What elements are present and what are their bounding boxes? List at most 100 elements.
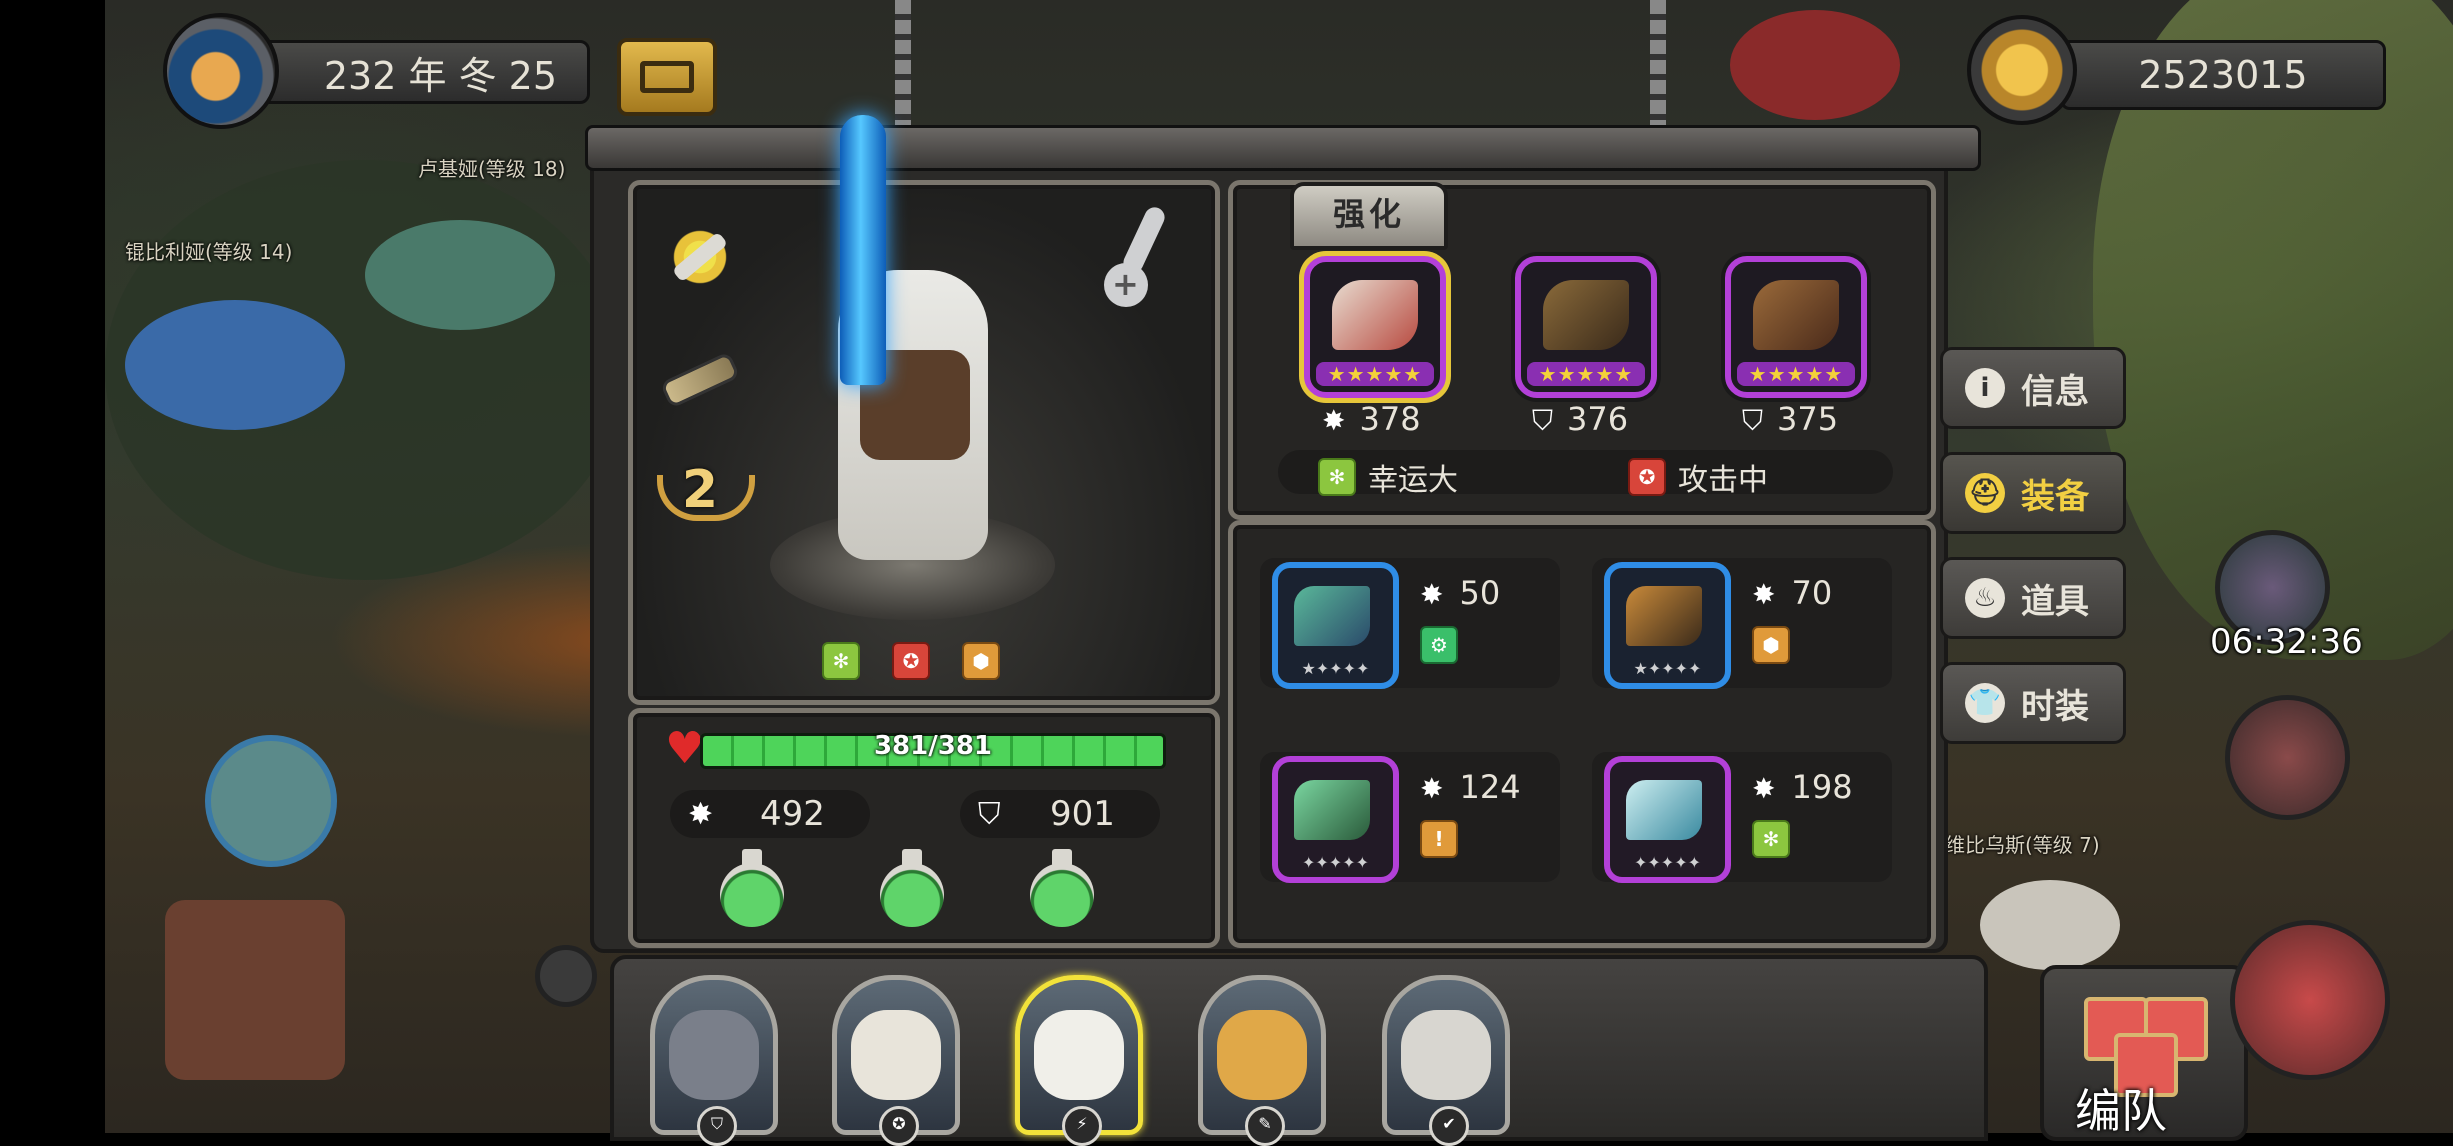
tab-label: 时装 [2021,686,2089,727]
item-value: ✸ 124 [1420,768,1521,806]
warning-icon[interactable] [2225,695,2350,820]
attack-icon: ✸ [1420,772,1444,805]
telescope-icon[interactable] [655,335,745,425]
gold-coin-icon[interactable] [1967,15,2077,125]
party-member-leopard[interactable]: ✎ [1198,975,1326,1146]
knight-icon[interactable] [2230,920,2390,1080]
luck-badge: ✻ [1318,458,1356,496]
defense-stat: ⛉ 901 [960,790,1160,838]
item-slot[interactable]: ★✦✦✦✦ ✸ 70 ⬢ [1592,558,1892,689]
tab-label: 装备 [2021,476,2089,517]
armor-art [1543,280,1629,350]
tab-equipment[interactable]: ⛑ 装备 [1940,452,2126,534]
gear-slot-armor[interactable]: ★★★★★ [1515,256,1657,398]
gear-value: ✸ 378 [1322,400,1421,438]
item-slot[interactable]: ★✦✦✦✦ ✸ 50 ⚙ [1260,558,1560,689]
gear-stars: ★★★★★ [1737,362,1855,386]
info-icon: i [1965,368,2005,408]
add-pet-icon[interactable]: + [1092,205,1182,307]
tab-label: 道具 [2021,581,2089,622]
gold-amount: 2523015 [2138,53,2308,97]
tab-info[interactable]: i 信息 [1940,347,2126,429]
attack-icon: ✸ [1322,404,1346,437]
item-badge: ✻ [1752,820,1790,858]
attack-badge: ✪ [1628,458,1666,496]
potion-icon[interactable] [720,849,784,927]
item-icon: ★✦✦✦✦ [1272,562,1399,689]
item-badge: ⬢ [1752,626,1790,664]
team-button-label: 编队 [2075,1084,2167,1138]
attack-value: 492 [760,794,825,834]
potion-icon: ♨ [1965,578,2005,618]
item-value: ✸ 50 [1420,574,1500,612]
gear-slot-gloves[interactable]: ★★★★★ [1725,256,1867,398]
green-bird[interactable] [365,220,555,330]
defense-badge: ⬢ [962,642,1000,680]
rank-icon[interactable]: 2 [655,445,755,535]
gear-value-text: 375 [1777,400,1839,438]
party-member-pirate-wolf[interactable]: ⛉ [650,975,778,1146]
hero-sword [840,115,886,385]
gear-value-text: 378 [1359,400,1421,438]
role-icon: ✪ [879,1106,919,1146]
house[interactable] [165,900,345,1080]
set-bonus-bar: ✻ 幸运大 ✪ 攻击中 [1278,450,1893,498]
gear-stars: ★★★★★ [1316,362,1434,386]
attack-icon: ✸ [688,796,714,832]
white-goose[interactable] [1980,880,2120,970]
avatar [1217,1010,1307,1100]
date-display: 232 年 冬 25 [260,40,590,104]
party-member-elder[interactable]: ✔ [1382,975,1510,1146]
date-text: 232 年 冬 25 [323,53,557,98]
island-icon[interactable] [205,735,337,867]
gear-value: ⛉ 376 [1532,400,1628,438]
item-badge: ⚙ [1420,626,1458,664]
weapon-skill-icon[interactable] [655,212,745,302]
item-value: ✸ 70 [1752,574,1832,612]
party-member-polar-bear[interactable]: ⚡ [1015,975,1143,1146]
item-value-text: 50 [1459,574,1501,612]
item-icon: ★✦✦✦✦ [1604,562,1731,689]
attack-badge: ✪ [892,642,930,680]
potion-icon[interactable] [880,849,944,927]
item-art [1294,780,1370,840]
avatar [669,1010,759,1100]
calendar-button[interactable] [617,38,717,116]
event-timer: 06:32:36 [2210,622,2363,662]
npc-name-label: 锟比利娅(等级 14) [125,240,293,264]
chain-left [895,0,911,130]
hp-text: 381/381 [873,731,993,761]
defense-icon: ⛉ [978,796,1001,832]
item-icon: ✦✦✦✦✦ [1604,756,1731,883]
item-art [1294,586,1370,646]
defense-icon: ⛉ [1532,404,1554,437]
chest-icon [640,61,694,93]
set-bonus-label: 攻击中 [1678,463,1768,498]
npc-name-label: 卢基娅(等级 18) [418,157,566,181]
gear-stars: ★★★★★ [1527,362,1645,386]
tab-costume[interactable]: 👕 时装 [1940,662,2126,744]
red-dragon[interactable] [1730,10,1900,120]
helmet-icon: ⛑ [1965,473,2005,513]
item-slot[interactable]: ✦✦✦✦✦ ✸ 198 ✻ [1592,752,1892,883]
shirt-icon: 👕 [1965,683,2005,723]
item-stars: ✦✦✦✦✦ [1633,853,1702,872]
gear-slot-weapon[interactable]: ★★★★★ [1304,256,1446,398]
gear-value-text: 376 [1567,400,1629,438]
item-slot[interactable]: ✦✦✦✦✦ ✸ 124 ! [1260,752,1560,883]
npc-name-label: 维比乌斯(等级 7) [1945,833,2100,857]
attack-stat: ✸ 492 [670,790,870,838]
panel-top-rail [585,125,1981,171]
tab-items[interactable]: ♨ 道具 [1940,557,2126,639]
strengthen-tab[interactable]: 强化 [1290,182,1448,250]
settings-icon[interactable] [535,945,597,1007]
gear-value: ⛉ 375 [1742,400,1838,438]
item-value-text: 70 [1791,574,1833,612]
potion-icon[interactable] [1030,849,1094,927]
avatar [1401,1010,1491,1100]
blue-dragon[interactable] [125,300,345,430]
party-member-eagle[interactable]: ✪ [832,975,960,1146]
luck-badge: ✻ [822,642,860,680]
season-icon[interactable] [163,13,279,129]
set-bonus-attack: ✪ 攻击中 [1628,455,1768,499]
